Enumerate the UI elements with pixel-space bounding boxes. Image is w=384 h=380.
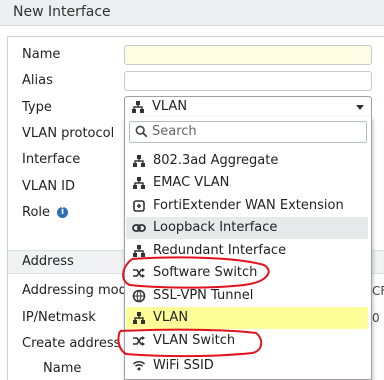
- option-vlan[interactable]: VLAN: [126, 307, 368, 329]
- dialog-title: New Interface: [0, 0, 384, 26]
- wifi-icon: [132, 358, 146, 376]
- loopback-icon: [132, 221, 146, 239]
- name-label: Name: [22, 47, 61, 62]
- network-icon: [132, 154, 146, 172]
- role-label: Role: [22, 205, 51, 220]
- annotation-circle-vlan-switch: [117, 328, 263, 358]
- type-label: Type: [22, 100, 52, 115]
- chevron-down-icon: [356, 105, 364, 110]
- addressing-mode-value[interactable]: CF: [372, 284, 384, 298]
- ip-netmask-label: IP/Netmask: [22, 310, 96, 325]
- ip-netmask-value[interactable]: 0: [372, 311, 380, 325]
- search-icon: [135, 125, 148, 142]
- annotation-circle-software-switch: [122, 256, 270, 289]
- extender-icon: [132, 199, 146, 217]
- dropdown-search-input[interactable]: Search: [129, 121, 367, 143]
- alias-label: Alias: [22, 73, 53, 88]
- option-label: WiFi SSID: [153, 358, 214, 373]
- info-icon[interactable]: i: [57, 207, 68, 218]
- option-fortiextender-wan-extension[interactable]: FortiExtender WAN Extension: [126, 195, 368, 217]
- interface-label: Interface: [22, 152, 81, 167]
- alias-input[interactable]: [124, 71, 372, 91]
- option-emac-vlan[interactable]: EMAC VLAN: [126, 172, 368, 194]
- vlan-icon: [131, 100, 145, 118]
- search-placeholder: Search: [152, 124, 197, 139]
- address-section-title: Address: [22, 254, 74, 269]
- vlan-protocol-label: VLAN protocol: [22, 126, 115, 141]
- option-802-3ad-aggregate[interactable]: 802.3ad Aggregate: [126, 150, 368, 172]
- network-icon: [132, 176, 146, 194]
- type-select[interactable]: VLAN: [124, 96, 372, 118]
- option-label: VLAN: [153, 310, 189, 325]
- option-label: EMAC VLAN: [153, 175, 230, 190]
- option-label: Loopback Interface: [153, 220, 278, 235]
- option-loopback-interface[interactable]: Loopback Interface: [126, 217, 368, 239]
- vlan-id-label: VLAN ID: [22, 179, 76, 194]
- name-input[interactable]: [124, 45, 372, 65]
- vpn-icon: [132, 289, 146, 307]
- sub-name-label: Name: [43, 361, 82, 376]
- option-label: 802.3ad Aggregate: [153, 153, 279, 168]
- option-label: FortiExtender WAN Extension: [153, 198, 344, 213]
- type-select-value: VLAN: [152, 99, 188, 114]
